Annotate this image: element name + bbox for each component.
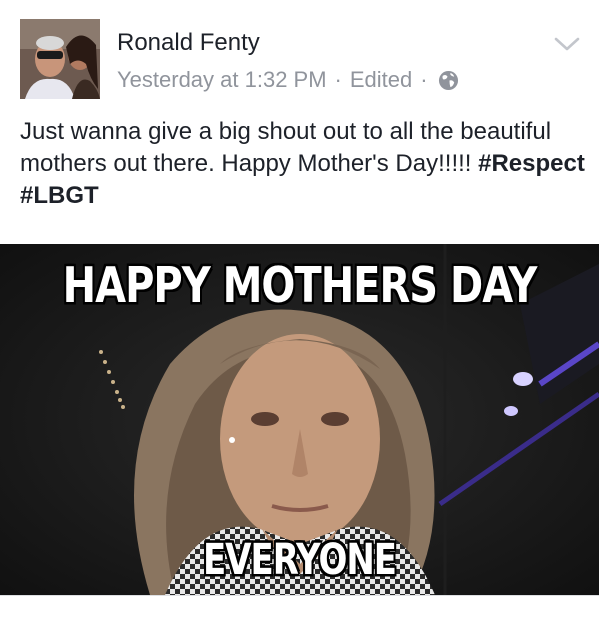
author-avatar[interactable] [20,19,100,99]
meta-separator: · [334,67,342,92]
post-text-main: Just wanna give a big shout out to all t… [20,118,552,177]
globe-icon[interactable] [438,70,459,91]
avatar-image [20,19,100,99]
post-meta: Yesterday at 1:32 PM · Edited · [117,67,459,93]
post-header: Ronald Fenty Yesterday at 1:32 PM · Edit… [0,0,599,112]
post-timestamp[interactable]: Yesterday at 1:32 PM [117,67,327,93]
facebook-post: Ronald Fenty Yesterday at 1:32 PM · Edit… [0,0,599,618]
chevron-down-icon[interactable] [553,34,581,54]
hashtag-respect[interactable]: #Respect [478,150,585,177]
hashtag-lbgt[interactable]: #LBGT [20,182,99,209]
edited-label[interactable]: Edited [350,67,412,93]
meme-caption-top: HAPPY MOTHERS DAY [62,258,538,315]
post-photo[interactable]: HAPPY MOTHERS DAY EVERYONE [0,244,599,595]
author-name[interactable]: Ronald Fenty [117,29,260,57]
meme-caption-bottom: EVERYONE [202,535,397,585]
post-text: Just wanna give a big shout out to all t… [20,116,585,212]
meta-separator-2: · [420,67,428,92]
post-divider [0,595,599,596]
